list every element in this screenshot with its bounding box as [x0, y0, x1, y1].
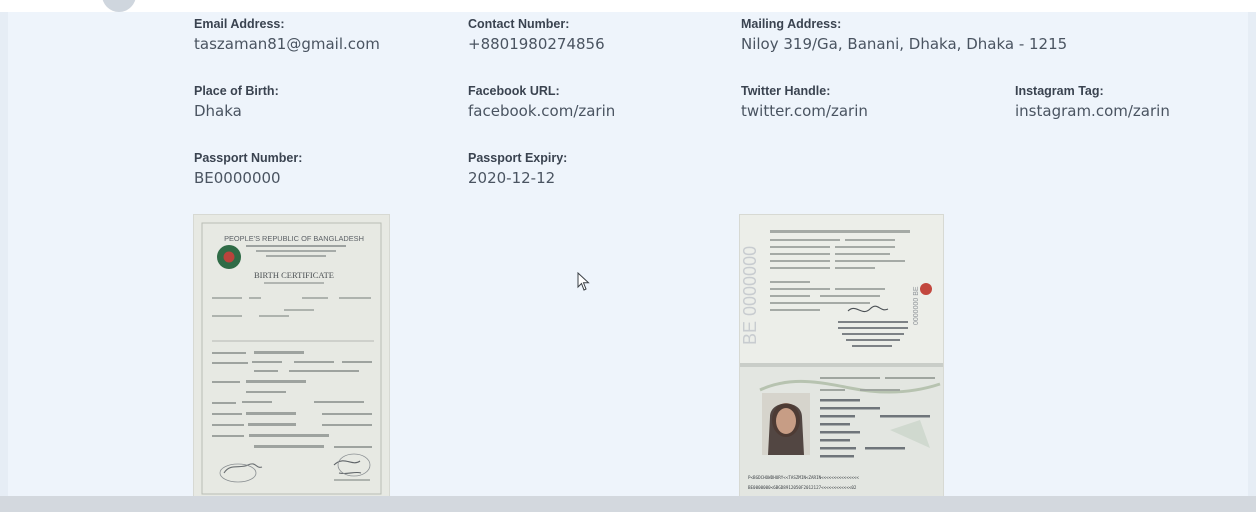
place-of-birth-label: Place of Birth: — [194, 84, 279, 98]
top-bar — [0, 0, 1256, 12]
mailing-address-value: Niloy 319/Ga, Banani, Dhaka, Dhaka - 121… — [741, 35, 1068, 53]
instagram-tag-value: instagram.com/zarin — [1015, 102, 1170, 120]
passport-expiry-field: Passport Expiry: 2020-12-12 — [468, 151, 567, 189]
passport-expiry-value: 2020-12-12 — [468, 169, 556, 187]
svg-text:0000000 BE: 0000000 BE — [913, 286, 920, 325]
mouse-pointer-icon — [577, 272, 590, 291]
passport-number-label: Passport Number: — [194, 151, 303, 165]
contact-number-field: Contact Number: +8801980274856 — [468, 17, 605, 55]
passport-watermark: BE 0000000 — [740, 246, 760, 345]
passport-expiry-label: Passport Expiry: — [468, 151, 568, 165]
mailing-address-label: Mailing Address: — [741, 17, 842, 31]
email-field: Email Address: taszaman81@gmail.com — [194, 17, 380, 55]
birth-certificate-scan: PEOPLE'S REPUBLIC OF BANGLADESH BIRTH CE… — [194, 215, 389, 502]
twitter-handle-label: Twitter Handle: — [741, 84, 831, 98]
left-edge — [0, 12, 8, 512]
passport-number-field: Passport Number: BE0000000 — [194, 151, 302, 189]
place-of-birth-value: Dhaka — [194, 102, 242, 120]
email-value: taszaman81@gmail.com — [194, 35, 380, 53]
contact-number-label: Contact Number: — [468, 17, 570, 31]
place-of-birth-field: Place of Birth: Dhaka — [194, 84, 279, 122]
right-edge — [1248, 12, 1256, 512]
twitter-handle-field: Twitter Handle: twitter.com/zarin — [741, 84, 868, 122]
mailing-address-field: Mailing Address: Niloy 319/Ga, Banani, D… — [741, 17, 1067, 55]
facebook-url-label: Facebook URL: — [468, 84, 560, 98]
twitter-handle-value: twitter.com/zarin — [741, 102, 868, 120]
passport-image[interactable]: BE 0000000 0000000 BE P<BGDCHOWDHURY<<TA… — [740, 215, 943, 502]
passport-scan: BE 0000000 0000000 BE P<BGDCHOWDHURY<<TA… — [740, 215, 943, 502]
facebook-url-value: facebook.com/zarin — [468, 102, 616, 120]
facebook-url-field: Facebook URL: facebook.com/zarin — [468, 84, 615, 122]
instagram-tag-label: Instagram Tag: — [1015, 84, 1104, 98]
passport-mrz-line-1: P<BGDCHOWDHURY<<TASZMIN<ZARIN<<<<<<<<<<<… — [748, 475, 859, 480]
email-label: Email Address: — [194, 17, 285, 31]
bottom-edge — [0, 496, 1256, 512]
contact-number-value: +8801980274856 — [468, 35, 605, 53]
birth-certificate-image[interactable]: PEOPLE'S REPUBLIC OF BANGLADESH BIRTH CE… — [194, 215, 389, 502]
passport-number-value: BE0000000 — [194, 169, 281, 187]
passport-mrz-line-2: BE0000000<6BGD8912050F2012127<<<<<<<<<<<… — [748, 485, 857, 490]
birth-certificate-title: BIRTH CERTIFICATE — [254, 270, 334, 280]
stamp-icon — [920, 283, 932, 295]
instagram-tag-field: Instagram Tag: instagram.com/zarin — [1015, 84, 1170, 122]
avatar[interactable] — [102, 0, 136, 12]
birth-certificate-country: PEOPLE'S REPUBLIC OF BANGLADESH — [224, 234, 364, 243]
